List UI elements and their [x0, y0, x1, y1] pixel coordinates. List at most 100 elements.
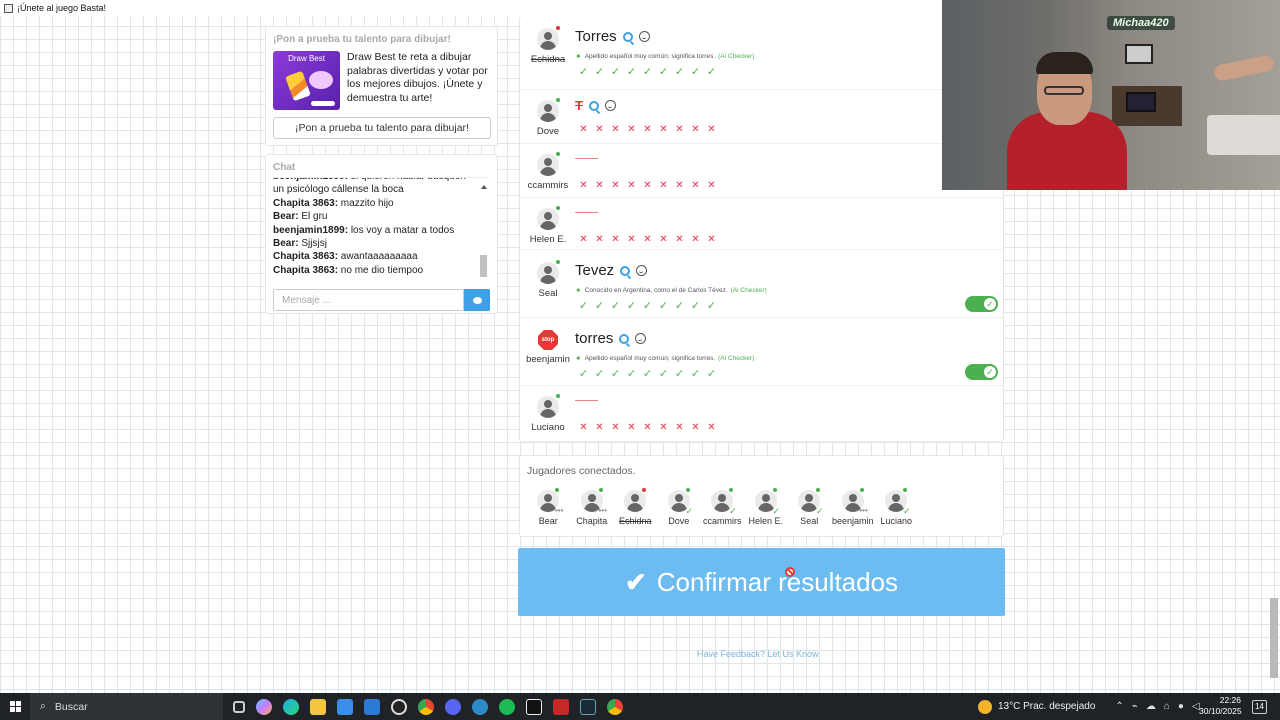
result-player-name: Luciano	[531, 422, 565, 433]
cross-mark-icon: ✕	[691, 124, 700, 135]
ready-check-icon: ✓	[729, 506, 737, 516]
description-text: Conocido en Argentina, como el de Carlos…	[584, 287, 728, 294]
cloud-icon[interactable]: ☁	[1146, 701, 1156, 712]
ai-icon: ✦	[575, 286, 582, 295]
check-mark-icon: ✓	[642, 66, 653, 78]
result-player-name: Echidna	[530, 54, 566, 65]
file-explorer-icon[interactable]	[310, 698, 326, 715]
check-mark-icon: ✓	[706, 300, 717, 312]
emoji-icon[interactable]	[636, 265, 648, 276]
answer-word: T	[575, 98, 583, 113]
edge-icon[interactable]	[283, 698, 299, 715]
cross-mark-icon: ✕	[659, 234, 668, 245]
emoji-icon[interactable]	[635, 333, 647, 344]
status-dot	[642, 488, 646, 492]
check-mark-icon: ✓	[578, 66, 589, 78]
emoji-icon[interactable]	[604, 100, 616, 111]
chrome-icon[interactable]	[418, 698, 434, 715]
microphone-icon[interactable]: ●	[1178, 701, 1184, 712]
start-button[interactable]	[0, 693, 30, 720]
cross-mark-icon: ✕	[579, 124, 588, 135]
connected-player-name: beenjamin	[831, 516, 874, 526]
chat-messages[interactable]: beenjamin1899: si quieren hablar busquen…	[273, 177, 490, 281]
chat-message-user: Chapita 3863:	[273, 264, 339, 276]
page-scrollbar[interactable]	[1270, 598, 1278, 678]
emoji-icon[interactable]	[638, 31, 650, 42]
promo-image[interactable]: Draw Best	[273, 51, 341, 110]
windows-icon	[9, 701, 21, 712]
cross-mark-icon: ✕	[579, 180, 588, 191]
validate-toggle[interactable]: ✓	[965, 296, 998, 312]
chat-scrollbar[interactable]	[480, 185, 487, 283]
taskbar-clock[interactable]: 22:26 30/10/2025	[1199, 695, 1242, 717]
weather-icon[interactable]	[978, 699, 992, 714]
status-dot	[903, 488, 907, 492]
chevron-up-icon[interactable]: ⌃	[1115, 701, 1123, 712]
store-icon[interactable]	[337, 698, 353, 715]
vote-marks: ✕ ✕ ✕ ✕ ✕ ✕ ✕ ✕ ✕	[578, 124, 717, 135]
ready-check-icon: ✓	[903, 506, 911, 516]
copilot-icon[interactable]	[256, 698, 272, 715]
chat-send-button[interactable]	[464, 289, 490, 311]
capcut-icon[interactable]	[526, 698, 542, 715]
check-mark-icon: ✓	[674, 66, 685, 78]
result-answer: Tevez	[575, 262, 648, 279]
obs-icon[interactable]	[388, 694, 414, 720]
chrome-profile-icon[interactable]	[607, 698, 623, 715]
answer-word: torres	[575, 330, 614, 347]
usb-icon[interactable]: ⌁	[1132, 701, 1138, 712]
mail-icon[interactable]	[364, 698, 380, 715]
connected-player: ••• beenjamin	[831, 488, 875, 526]
cross-mark-icon: ✕	[611, 124, 620, 135]
result-player-name: ccammirs	[527, 180, 569, 191]
connected-title: Jugadores conectados.	[527, 465, 636, 477]
result-player: Helen E.	[524, 206, 572, 245]
answer-word: Torres	[575, 28, 617, 45]
system-tray: 13°C Prac. despejado ⌃ ⌁ ☁ ⌂ ● ◁	[978, 693, 1200, 720]
search-icon[interactable]	[619, 333, 630, 344]
search-icon[interactable]	[620, 265, 631, 276]
chat-bubble-icon	[472, 296, 482, 304]
result-player-name: Dove	[536, 126, 560, 137]
empty-answer-line	[575, 400, 598, 401]
webcam-overlay: Michaa420	[942, 0, 1280, 190]
chat-message-user: Bear:	[273, 211, 299, 223]
steam-icon[interactable]	[580, 698, 596, 715]
chat-message-text: awantaaaaaaaaa	[338, 251, 418, 263]
avatar	[624, 490, 647, 512]
app-icon-blue[interactable]	[472, 698, 488, 715]
chat-message-text: los voy a matar a todos	[348, 224, 455, 236]
empty-answer-line	[575, 212, 598, 213]
chat-message-text: El gru	[298, 211, 328, 223]
result-player-name: beenjamin	[526, 354, 570, 365]
status-dot	[729, 488, 733, 492]
chat-message-input[interactable]: Mensaje ...	[273, 289, 465, 311]
cross-mark-icon: ✕	[707, 422, 716, 433]
weather-label[interactable]: 13°C Prac. despejado	[998, 701, 1095, 712]
result-answer	[575, 400, 598, 401]
network-icon[interactable]: ⌂	[1164, 701, 1170, 712]
check-mark-icon: ✓	[594, 66, 605, 78]
status-dot	[556, 206, 560, 210]
discord-icon[interactable]	[445, 698, 461, 715]
search-icon[interactable]	[622, 31, 633, 42]
connected-player: ✓ Seal	[788, 488, 831, 526]
connected-player: ✓ Dove	[658, 488, 701, 526]
voicemeeter-icon[interactable]	[553, 698, 569, 715]
answer-description: ✦ Conocido en Argentina, como el de Carlo…	[575, 286, 767, 295]
notification-badge[interactable]: 14	[1252, 700, 1267, 714]
feedback-link[interactable]: Have Feedback? Let Us Know	[697, 649, 819, 659]
cross-mark-icon: ✕	[595, 180, 604, 191]
ai-icon: ✦	[575, 354, 582, 363]
connected-player-name: Echidna	[618, 516, 652, 526]
taskbar-search[interactable]: ⌕ Buscar	[30, 693, 223, 720]
task-view-icon[interactable]	[233, 700, 245, 713]
validate-toggle[interactable]: ✓	[965, 364, 998, 380]
cross-mark-icon: ✕	[579, 234, 588, 245]
confirm-results-button[interactable]: ✔ Confirmar resultados	[518, 548, 1005, 616]
chat-message: beenjamin1899: los voy a matar a todos	[273, 224, 476, 237]
search-icon[interactable]	[588, 100, 599, 111]
promo-button[interactable]: ¡Pon a prueba tu talento para dibujar!	[273, 117, 491, 139]
spotify-icon[interactable]	[499, 698, 515, 715]
check-mark-icon: ✓	[690, 300, 701, 312]
